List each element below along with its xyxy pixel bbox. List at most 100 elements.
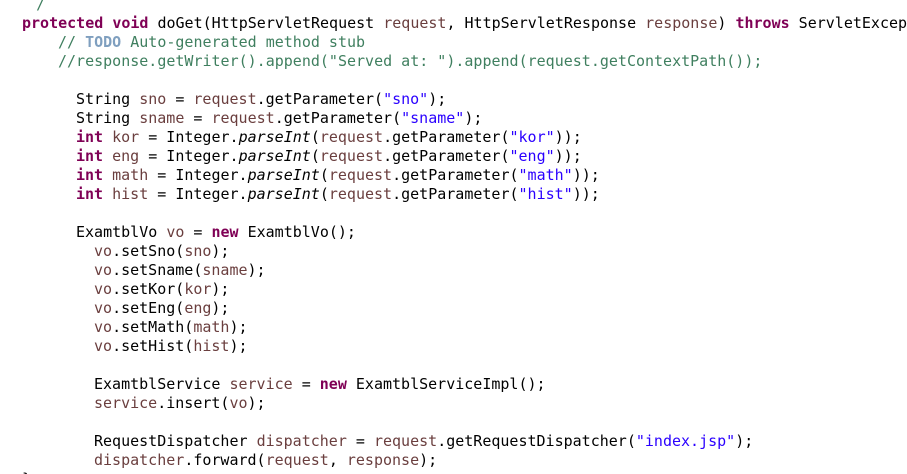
code-token-string: "kor" (509, 128, 555, 146)
code-token-plain: ) (717, 14, 736, 32)
code-line[interactable]: // TODO Auto-generated method stub (58, 33, 365, 52)
code-token-keyword: new (319, 375, 347, 393)
code-token-plain: .setEng( (112, 299, 185, 317)
code-token-plain: ExamtblVo (76, 223, 167, 241)
code-token-var: vo (166, 223, 185, 241)
code-token-plain: .setMath( (112, 318, 194, 336)
code-token-plain: )); (572, 185, 600, 203)
code-token-string: "hist" (518, 185, 573, 203)
code-token-todo: TODO (85, 33, 122, 51)
code-line[interactable]: String sno = request.getParameter("sno")… (76, 90, 446, 109)
code-token-plain: ( (310, 128, 320, 146)
code-line[interactable]: vo.setSno(sno); (94, 242, 229, 261)
code-token-var: dispatcher (94, 451, 185, 469)
code-line[interactable]: } (22, 470, 31, 474)
code-line[interactable]: service.insert(vo); (94, 394, 266, 413)
code-token-var: vo (229, 394, 248, 412)
code-token-var: hist (193, 337, 230, 355)
code-token-plain: )); (554, 147, 582, 165)
code-token-comment: / (0, 0, 46, 13)
code-line[interactable]: / (0, 0, 45, 14)
code-token-plain: ); (428, 90, 447, 108)
code-token-var: request (373, 432, 438, 450)
code-token-var: sno (184, 242, 212, 260)
code-token-plain: .getParameter( (383, 128, 510, 146)
code-token-plain: = Integer. (139, 147, 239, 165)
code-token-var: eng (184, 299, 212, 317)
code-token-plain: ); (247, 261, 266, 279)
code-line[interactable]: vo.setHist(hist); (94, 337, 248, 356)
code-token-var: eng (112, 147, 140, 165)
code-token-comment: //response.getWriter().append("Served at… (58, 52, 763, 70)
code-line[interactable]: dispatcher.forward(request, response); (94, 451, 437, 470)
code-token-plain: ); (211, 299, 230, 317)
code-token-keyword: throws (735, 14, 790, 32)
code-line[interactable]: int math = Integer.parseInt(request.getP… (76, 166, 600, 185)
code-token-plain: ( (319, 166, 329, 184)
code-line[interactable]: int hist = Integer.parseInt(request.getP… (76, 185, 600, 204)
code-token-plain: , HttpServletResponse (446, 14, 646, 32)
code-token-plain: ( (310, 147, 320, 165)
code-line[interactable]: protected void doGet(HttpServletRequest … (22, 14, 907, 33)
code-token-var: vo (94, 280, 113, 298)
code-token-plain: ); (464, 109, 483, 127)
code-line[interactable]: ExamtblService service = new ExamtblServ… (94, 375, 546, 394)
code-token-static: parseInt (238, 147, 311, 165)
code-token-static: parseInt (238, 128, 311, 146)
code-line[interactable]: vo.setMath(math); (94, 318, 248, 337)
code-line[interactable]: int eng = Integer.parseInt(request.getPa… (76, 147, 582, 166)
code-line[interactable]: vo.setKor(kor); (94, 280, 229, 299)
code-token-plain: doGet(HttpServletRequest (148, 14, 384, 32)
code-token-var: request (383, 14, 447, 32)
code-line[interactable]: int kor = Integer.parseInt(request.getPa… (76, 128, 582, 147)
code-token-var: response (346, 451, 420, 469)
code-token-string: "sname" (401, 109, 465, 127)
code-token-var: request (319, 147, 384, 165)
code-token-plain: = (346, 432, 374, 450)
code-token-string: "eng" (509, 147, 555, 165)
code-token-plain: ExamtblService (94, 375, 230, 393)
code-token-keyword: int (76, 166, 104, 184)
code-token-var: service (94, 394, 158, 412)
code-line[interactable]: String sname = request.getParameter("sna… (76, 109, 482, 128)
code-token-var: vo (94, 242, 113, 260)
code-token-var: sname (139, 109, 185, 127)
code-token-plain: ExamtblServiceImpl(); (346, 375, 546, 393)
code-token-plain: .getParameter( (392, 166, 519, 184)
code-token-plain: ); (211, 280, 230, 298)
code-token-plain: ); (229, 337, 248, 355)
code-token-plain: = (292, 375, 320, 393)
code-token-plain: )); (572, 166, 600, 184)
code-token-plain: ServletExcept (789, 14, 907, 32)
code-line[interactable]: vo.setEng(eng); (94, 299, 229, 318)
code-line[interactable]: RequestDispatcher dispatcher = request.g… (94, 432, 753, 451)
code-token-plain: = Integer. (148, 185, 248, 203)
code-token-var: kor (112, 128, 140, 146)
code-token-keyword: int (76, 128, 104, 146)
code-line[interactable]: ExamtblVo vo = new ExamtblVo(); (76, 223, 356, 242)
code-token-var: request (193, 90, 257, 108)
code-token-keyword: protected (22, 14, 104, 32)
code-token-var: request (319, 128, 384, 146)
code-token-static: parseInt (247, 185, 320, 203)
code-token-plain: ); (229, 318, 248, 336)
code-token-plain: String (76, 90, 140, 108)
code-token-keyword: void (112, 14, 149, 32)
code-token-plain: = Integer. (139, 128, 239, 146)
code-token-var: hist (112, 185, 149, 203)
code-token-plain: String (76, 109, 140, 127)
code-token-plain: ); (211, 242, 230, 260)
code-token-plain: ( (319, 185, 329, 203)
code-token-plain: ); (419, 451, 438, 469)
code-token-var: request (328, 166, 393, 184)
code-line[interactable]: //response.getWriter().append("Served at… (58, 52, 762, 71)
code-token-plain: ); (735, 432, 754, 450)
code-token-plain: .getParameter( (383, 147, 510, 165)
code-token-var: vo (94, 337, 113, 355)
code-editor[interactable]: / protected void doGet(HttpServletRequest… (0, 0, 907, 474)
code-line[interactable]: vo.setSname(sname); (94, 261, 266, 280)
code-token-plain: .setSno( (112, 242, 185, 260)
